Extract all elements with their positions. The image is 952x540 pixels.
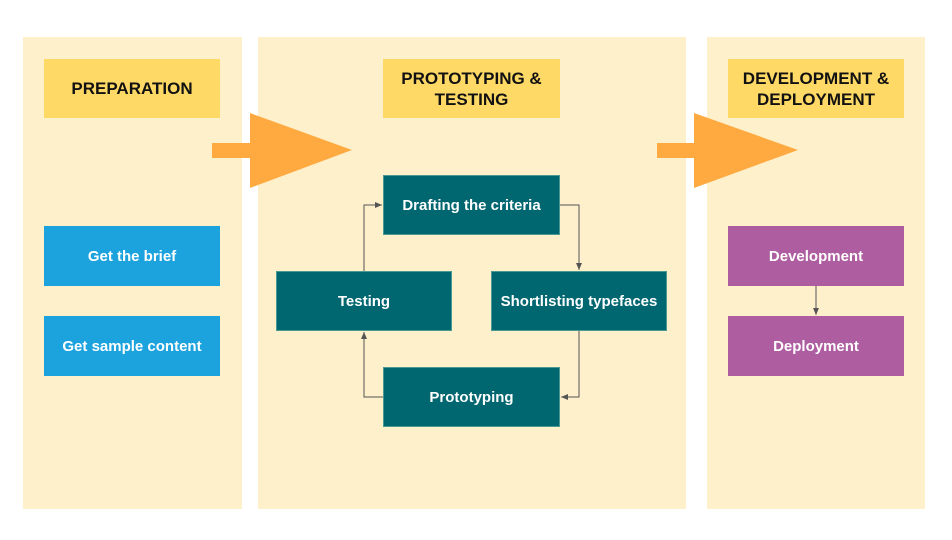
- task-prototyping[interactable]: Prototyping: [383, 367, 560, 427]
- task-get-sample-content[interactable]: Get sample content: [44, 316, 220, 376]
- task-testing[interactable]: Testing: [276, 271, 452, 331]
- task-deployment[interactable]: Deployment: [728, 316, 904, 376]
- phase-header-preparation: PREPARATION: [44, 59, 220, 118]
- task-shortlisting-typefaces[interactable]: Shortlisting typefaces: [491, 271, 667, 331]
- task-get-the-brief[interactable]: Get the brief: [44, 226, 220, 286]
- task-development[interactable]: Development: [728, 226, 904, 286]
- task-drafting-the-criteria[interactable]: Drafting the criteria: [383, 175, 560, 235]
- phase-header-development-deployment: DEVELOPMENT & DEPLOYMENT: [728, 59, 904, 118]
- phase-header-prototyping-testing: PROTOTYPING & TESTING: [383, 59, 560, 118]
